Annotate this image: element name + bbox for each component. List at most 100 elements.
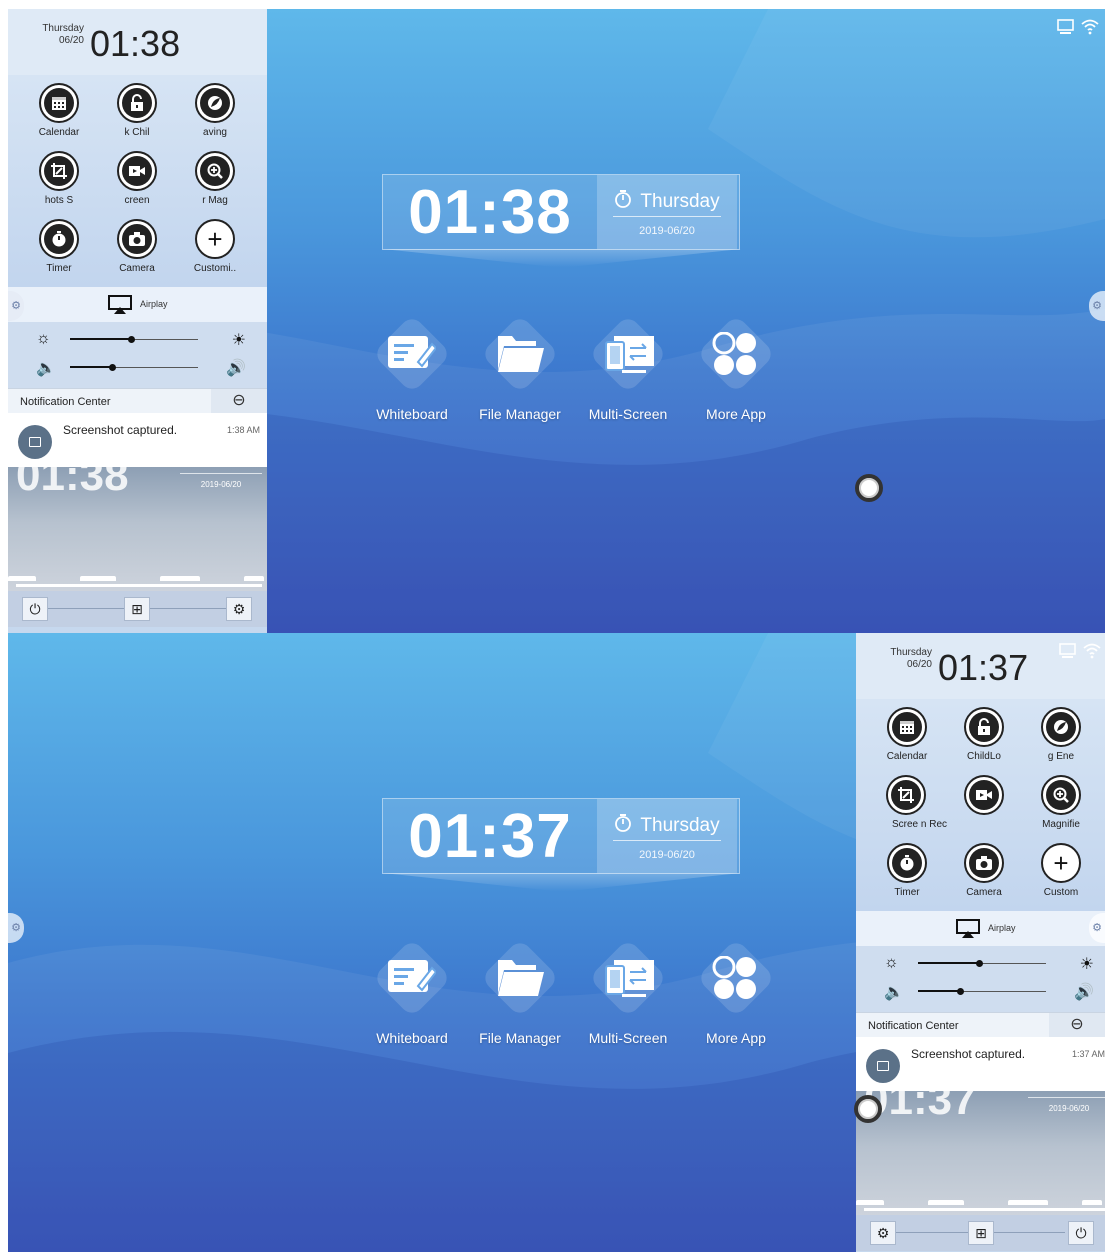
- panel-date: Thursday 06/20: [42, 23, 84, 46]
- app-multi-screen[interactable]: Multi-Screen: [574, 314, 682, 422]
- tile-energy-saving[interactable]: g Ene: [1022, 707, 1100, 762]
- app-more-app[interactable]: More App: [682, 314, 790, 422]
- sliders: ☼ ☀ 🔈 🔊: [8, 322, 267, 388]
- settings-gear-icon[interactable]: ⚙: [226, 597, 252, 621]
- status-icons: [1059, 643, 1101, 659]
- panel-time: 01:37: [938, 647, 1029, 688]
- multi-screen-icon: [605, 960, 654, 997]
- quick-settings-panel: Thursday 06/20 01:38 Calendar k Chil avin…: [8, 9, 267, 633]
- tile-child-lock[interactable]: ChildLo: [945, 707, 1023, 762]
- app-label: Whiteboard: [376, 1030, 448, 1046]
- collapse-icon[interactable]: ⊖: [1049, 1013, 1105, 1038]
- touch-cursor: [855, 474, 883, 502]
- energy-saving-icon: [195, 83, 235, 123]
- tile-calendar[interactable]: Calendar: [868, 707, 946, 762]
- background-preview: 01:38 2019-06/20: [8, 467, 267, 591]
- app-launcher: Whiteboard File Manager Multi-Screen Mor…: [358, 938, 790, 1046]
- plus-icon: +: [1041, 843, 1081, 883]
- collapse-icon[interactable]: ⊖: [211, 389, 267, 414]
- quick-settings-panel: Thursday 06/20 01:37 Calendar ChildLo g E…: [856, 633, 1105, 1252]
- tile-child-lock[interactable]: k Chil: [98, 83, 176, 138]
- screenshot-icon: [886, 775, 926, 815]
- status-icons: [1057, 19, 1099, 35]
- clock-date-box: Thursday 2019-06/20: [597, 175, 737, 249]
- app-more-app[interactable]: More App: [682, 938, 790, 1046]
- calendar-icon: [39, 83, 79, 123]
- whiteboard-icon: [388, 336, 436, 368]
- windows-icon[interactable]: ⊞: [124, 597, 150, 621]
- clock-time: 01:37: [408, 802, 572, 871]
- magnifier-icon: [1041, 775, 1081, 815]
- volume-high-icon: 🔊: [226, 360, 246, 377]
- app-label: Whiteboard: [376, 406, 448, 422]
- notification-item[interactable]: Screenshot captured. 1:37 AM: [856, 1037, 1105, 1091]
- clock-weekday: Thursday: [597, 813, 737, 839]
- tile-energy-saving[interactable]: aving: [176, 83, 254, 138]
- screen-record-icon: [964, 775, 1004, 815]
- tile-screen-record[interactable]: [945, 775, 1023, 819]
- brightness-slider[interactable]: ☼ ☀: [36, 330, 246, 350]
- volume-slider[interactable]: 🔈 🔊: [36, 358, 246, 378]
- panel-bottom-bar: ⏻ ⊞ ⚙: [8, 591, 267, 627]
- image-icon: [18, 425, 52, 459]
- tile-calendar[interactable]: Calendar: [20, 83, 98, 138]
- folder-icon: [498, 960, 544, 996]
- child-lock-icon: [117, 83, 157, 123]
- desktop-screen-bottom: 01:37 Thursday 2019-06/20 Whiteboard Fil…: [8, 633, 1105, 1252]
- more-app-icon: [712, 332, 756, 375]
- camera-icon: [117, 219, 157, 259]
- folder-icon: [498, 336, 544, 372]
- screen-record-icon: [117, 151, 157, 191]
- sliders: ☼ ☀ 🔈 🔊: [856, 946, 1105, 1012]
- touch-cursor: [854, 1095, 882, 1123]
- app-label: More App: [706, 1030, 766, 1046]
- magnifier-icon: [195, 151, 235, 191]
- power-icon[interactable]: ⏻: [22, 597, 48, 621]
- quick-tiles: Calendar ChildLo g Ene Scree n Rec Magni…: [856, 699, 1105, 911]
- tile-screen-record[interactable]: creen: [98, 151, 176, 206]
- panel-time: 01:38: [90, 23, 181, 64]
- whiteboard-icon: [388, 960, 436, 992]
- tile-timer[interactable]: Timer: [20, 219, 98, 274]
- wifi-icon: [1081, 19, 1099, 35]
- app-whiteboard[interactable]: Whiteboard: [358, 938, 466, 1046]
- screen-share-icon: [1059, 643, 1076, 658]
- tile-customize[interactable]: + Custom: [1022, 843, 1100, 898]
- app-label: Multi-Screen: [588, 1030, 668, 1046]
- energy-saving-icon: [1041, 707, 1081, 747]
- volume-low-icon: 🔈: [884, 984, 904, 1001]
- image-icon: [866, 1049, 900, 1083]
- windows-icon[interactable]: ⊞: [968, 1221, 994, 1245]
- panel-header: Thursday 06/20 01:37: [856, 633, 1105, 699]
- screenshot-icon: [39, 151, 79, 191]
- app-multi-screen[interactable]: Multi-Screen: [574, 938, 682, 1046]
- app-file-manager[interactable]: File Manager: [466, 314, 574, 422]
- airplay-row[interactable]: Airplay: [856, 911, 1105, 946]
- tile-timer[interactable]: Timer: [868, 843, 946, 898]
- tile-camera[interactable]: Camera: [98, 219, 176, 274]
- brightness-low-icon: ☼: [884, 954, 899, 971]
- volume-low-icon: 🔈: [36, 360, 56, 377]
- clock-time: 01:38: [408, 178, 572, 247]
- tile-customize[interactable]: + Customi..: [176, 219, 254, 274]
- clock-weekday-text: Thursday: [640, 815, 720, 836]
- tile-screenshot[interactable]: hots S: [20, 151, 98, 206]
- airplay-row[interactable]: Airplay: [8, 287, 267, 322]
- screen-share-icon: [1057, 19, 1074, 34]
- tile-magnifier[interactable]: Magnifie: [1022, 775, 1100, 830]
- quick-tiles: Calendar k Chil aving hots S creen r Mag…: [8, 75, 267, 287]
- clock-widget[interactable]: 01:37 Thursday 2019-06/20: [382, 798, 741, 891]
- app-whiteboard[interactable]: Whiteboard: [358, 314, 466, 422]
- volume-slider[interactable]: 🔈 🔊: [884, 982, 1094, 1002]
- notification-item[interactable]: Screenshot captured. 1:38 AM: [8, 413, 267, 467]
- tile-magnifier[interactable]: r Mag: [176, 151, 254, 206]
- app-file-manager[interactable]: File Manager: [466, 938, 574, 1046]
- tile-camera[interactable]: Camera: [945, 843, 1023, 898]
- brightness-slider[interactable]: ☼ ☀: [884, 954, 1094, 974]
- app-label: File Manager: [479, 1030, 561, 1046]
- app-label: Multi-Screen: [588, 406, 668, 422]
- settings-gear-icon[interactable]: ⚙: [870, 1221, 896, 1245]
- clock-widget[interactable]: 01:38 Thursday 2019-06/20: [382, 174, 741, 267]
- airplay-icon: [956, 919, 980, 938]
- power-icon[interactable]: ⏻: [1068, 1221, 1094, 1245]
